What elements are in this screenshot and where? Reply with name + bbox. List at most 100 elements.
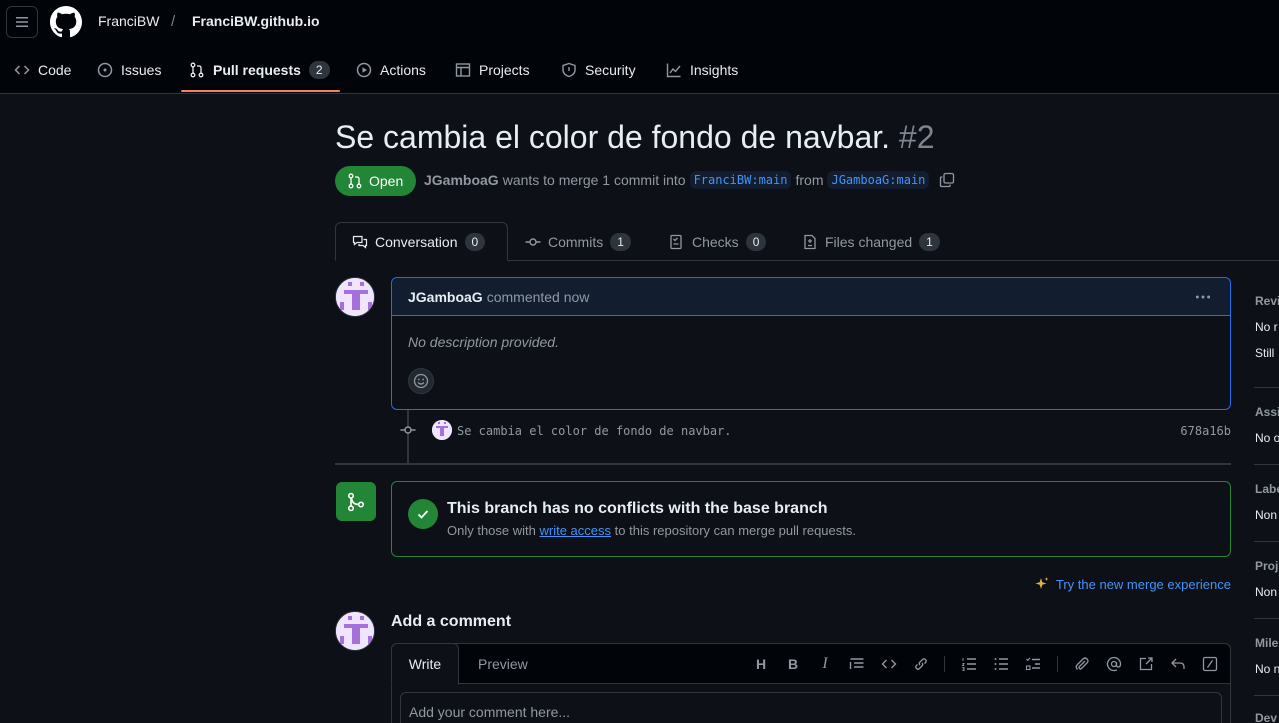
issue-icon [97,62,113,78]
play-icon [356,62,372,78]
tab-files-changed[interactable]: Files changed 1 [802,222,940,261]
tab-actions[interactable]: Actions [356,48,426,92]
commits-counter: 1 [610,232,631,251]
write-access-link[interactable]: write access [540,523,612,538]
table-icon [455,63,471,77]
tab-security[interactable]: Security [561,48,636,92]
sidebar-assignees-heading[interactable]: Assi [1255,405,1279,419]
saved-reply-button[interactable] [1168,654,1188,674]
cross-reference-icon [1139,657,1153,671]
base-branch-label[interactable]: FranciBW:main [689,171,792,189]
merge-status-title: This branch has no conflicts with the ba… [447,500,828,517]
sidebar-projects-heading[interactable]: Proj [1255,559,1278,573]
pr-meta: JGamboaG wants to merge 1 commit into Fr… [424,171,955,189]
checks-counter: 0 [745,232,767,251]
add-reaction-button[interactable] [408,368,434,394]
copy-icon [940,172,955,188]
comment-options-button[interactable] [1194,288,1212,306]
cross-reference-button[interactable] [1136,654,1156,674]
repo-owner-link[interactable]: FranciBW [98,13,159,29]
tab-insights[interactable]: Insights [666,48,738,92]
sidebar-assignees-value: No o [1255,431,1279,445]
tab-preview[interactable]: Preview [478,656,528,672]
ordered-list-icon [961,658,976,671]
repo-name-link[interactable]: FranciBW.github.io [192,13,320,29]
github-logo-icon[interactable] [50,6,82,38]
tab-code[interactable]: Code [14,48,71,92]
link-button[interactable] [911,654,931,674]
sparkle-icon [1035,577,1049,589]
heading-icon: H [755,656,767,672]
sidebar-reviewers-value-2: Still [1255,346,1275,360]
pr-author-link[interactable]: JGamboaG [424,172,499,188]
check-circle-icon [408,499,438,529]
copy-branch-button[interactable] [939,172,955,188]
code-button[interactable] [879,654,899,674]
comment-body: No description provided. [408,334,559,350]
tab-issues[interactable]: Issues [97,48,161,92]
status-badge-label: Open [369,173,404,189]
slash-commands-button[interactable] [1200,654,1220,674]
sidebar-milestone-heading[interactable]: Mile [1255,636,1278,650]
comment-input[interactable] [400,692,1222,723]
comment-author-link[interactable]: JGamboaG [408,289,483,305]
avatar[interactable] [432,420,452,440]
tab-conversation-label: Conversation [375,233,458,250]
pull-request-icon [190,62,204,78]
add-comment-heading: Add a comment [391,613,512,630]
tab-checks[interactable]: Checks 0 [669,222,767,261]
tasklist-icon [1025,657,1040,671]
tab-write[interactable]: Write [391,643,459,685]
head-branch-label[interactable]: JGamboaG:main [827,171,930,189]
pr-title-text: Se cambia el color de fondo de navbar. [335,119,891,155]
quote-button[interactable] [847,654,867,674]
file-diff-icon [804,234,816,249]
bold-button[interactable]: B [783,654,803,674]
sidebar-divider [1254,618,1279,619]
comment-editor: Write Preview H B I [391,643,1231,723]
editor-toolbar: Write Preview H B I [391,643,1230,685]
toolbar-divider [1057,656,1058,672]
sidebar-reviewers-value: No r [1255,320,1278,334]
commit-message-link[interactable]: Se cambia el color de fondo de navbar. [457,424,732,438]
tab-actions-label: Actions [380,62,426,78]
commit-sha-link[interactable]: 678a16b [1180,424,1231,438]
repo-header: FranciBW / FranciBW.github.io Code Issue… [0,0,1279,94]
mention-button[interactable] [1104,654,1124,674]
try-new-merge-label: Try the new merge experience [1055,576,1231,592]
pull-requests-counter: 2 [308,61,330,79]
avatar[interactable] [335,277,375,317]
tasklist-button[interactable] [1023,654,1043,674]
hamburger-menu-button[interactable] [6,6,38,38]
slash-command-icon [1202,656,1218,672]
list-item: Se cambia el color de fondo de navbar. 6… [399,419,1231,441]
comment-timestamp: commented now [486,288,590,305]
tab-conversation[interactable]: Conversation 0 [335,222,508,261]
sidebar-development-heading[interactable]: Dev [1255,711,1277,723]
tab-projects[interactable]: Projects [455,48,530,92]
merge-sub-after: to this repository can merge pull reques… [614,523,856,538]
pr-description-comment: JGamboaG commented now No description pr… [391,277,1231,410]
mention-icon [1106,656,1122,672]
reply-icon [1171,658,1185,669]
sidebar-labels-heading[interactable]: Labe [1255,482,1279,496]
sidebar-reviewers-heading[interactable]: Revi [1255,294,1279,308]
hamburger-icon [16,17,28,27]
sidebar-divider [1254,464,1279,465]
git-merge-icon [347,492,365,511]
italic-button[interactable]: I [815,654,835,674]
attach-file-button[interactable] [1072,654,1092,674]
shield-icon [562,62,576,78]
comment-header: JGamboaG commented now [392,278,1230,316]
git-commit-icon [525,237,541,246]
sidebar-milestone-value: No n [1255,662,1279,676]
avatar[interactable] [335,611,375,651]
unordered-list-button[interactable] [991,654,1011,674]
tab-code-label: Code [38,62,72,78]
heading-button[interactable]: H [751,654,771,674]
tab-pull-requests[interactable]: Pull requests 2 [189,48,330,92]
sidebar-divider [1254,541,1279,542]
ordered-list-button[interactable] [959,654,979,674]
try-new-merge-link[interactable]: Try the new merge experience [1034,576,1231,592]
tab-commits[interactable]: Commits 1 [525,222,631,261]
